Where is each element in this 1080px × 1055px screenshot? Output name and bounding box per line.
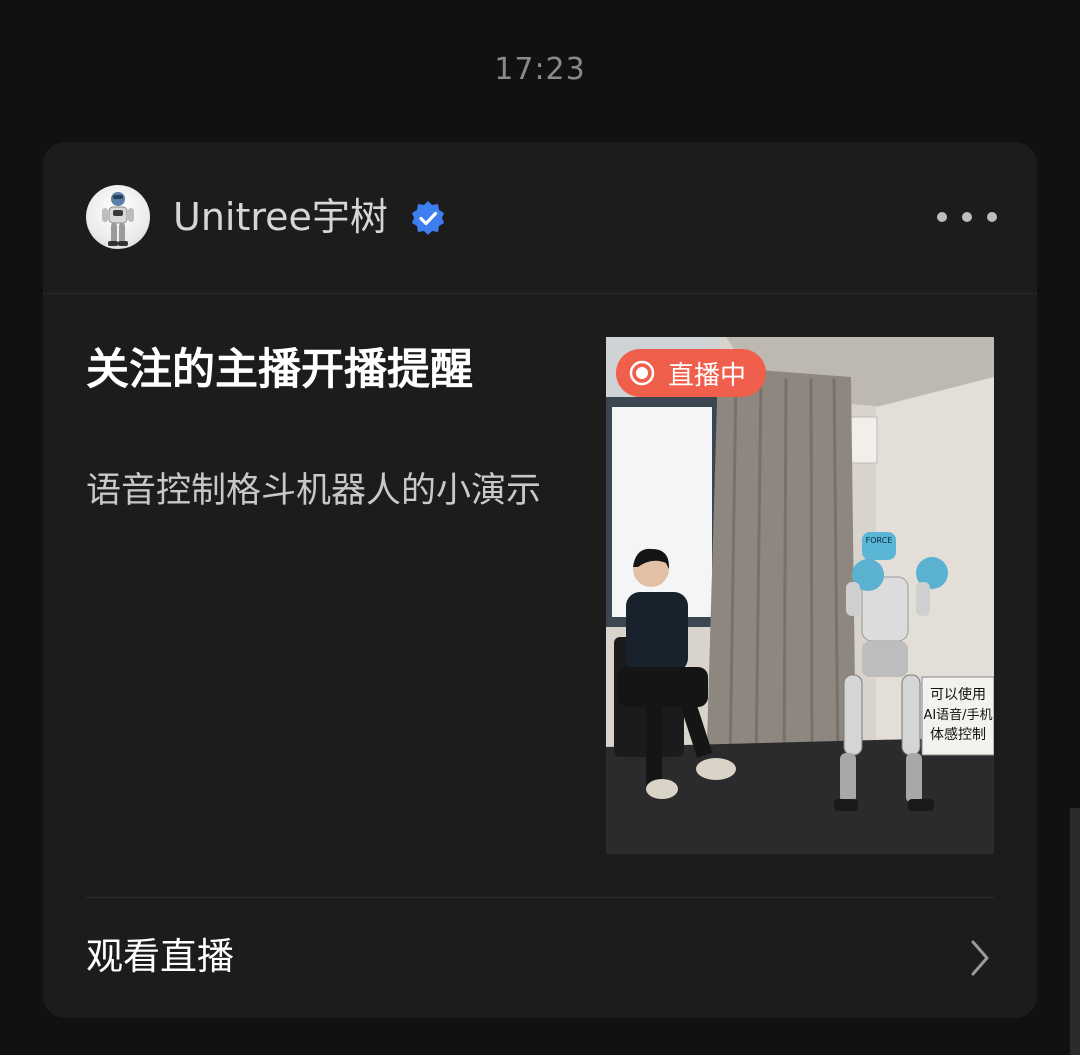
robot-cap-text: FORCE [866, 536, 893, 545]
live-thumbnail[interactable]: 可以使用 AI语音/手机 体感控制 FORCE 直播中 [606, 337, 994, 854]
sign-line-3: 体感控制 [930, 726, 986, 743]
verified-badge-icon [412, 201, 444, 235]
timestamp: 17:23 [494, 52, 586, 87]
more-dots-icon[interactable] [937, 202, 997, 232]
live-scene-image: 可以使用 AI语音/手机 体感控制 FORCE [606, 337, 994, 854]
robot-avatar-icon [102, 192, 134, 246]
dot [937, 212, 947, 222]
card-header: Unitree宇树 [43, 142, 1037, 294]
avatar[interactable] [86, 185, 150, 249]
dot [962, 212, 972, 222]
sign-line-1: 可以使用 [930, 686, 986, 703]
chevron-right-icon [971, 940, 989, 976]
account-name[interactable]: Unitree宇树 [173, 190, 388, 244]
dot [987, 212, 997, 222]
live-badge: 直播中 [616, 349, 767, 397]
live-record-icon [629, 360, 655, 386]
watch-live-button[interactable]: 观看直播 [43, 898, 1037, 1018]
card-title: 关注的主播开播提醒 [86, 345, 473, 395]
watch-live-label: 观看直播 [86, 935, 234, 978]
card-description: 语音控制格斗机器人的小演示 [86, 471, 542, 511]
sign-line-2: AI语音/手机 [923, 707, 992, 723]
live-badge-label: 直播中 [668, 360, 747, 391]
live-notification-card[interactable]: Unitree宇树 关注的主播开播提醒 语音控制格斗机器人的小演示 可以使用 A… [43, 142, 1037, 1018]
scrollbar[interactable] [1070, 808, 1080, 1055]
